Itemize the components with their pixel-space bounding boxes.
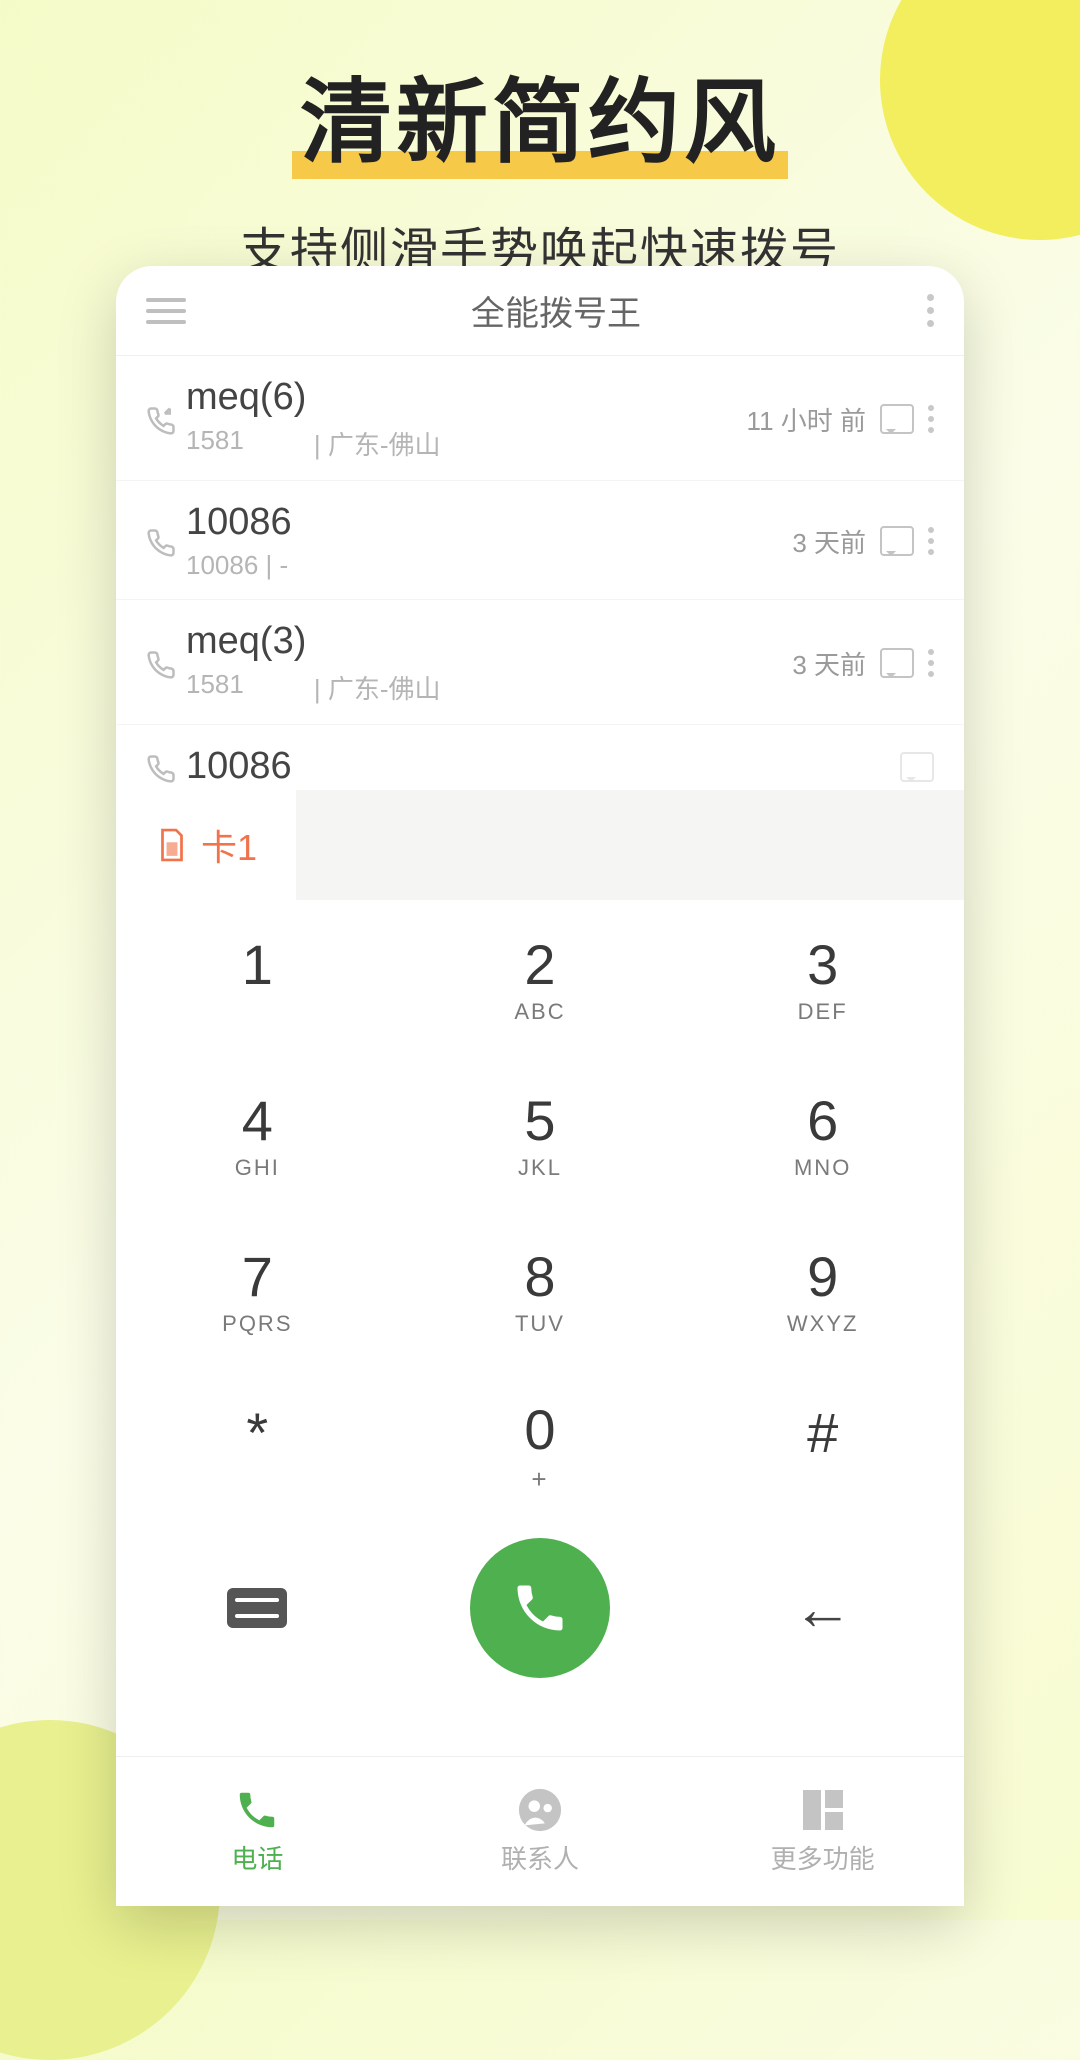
bottom-nav: 电话 联系人 更多功能 [116, 1756, 964, 1906]
call-name: meq(6) [186, 376, 747, 419]
dialpad-action-row: ← [116, 1524, 964, 1702]
call-log-row[interactable]: meq(6) 1581 | 广东-佛山 11 小时 前 [116, 356, 964, 481]
outgoing-call-icon [146, 524, 186, 558]
sms-icon[interactable] [880, 648, 914, 678]
call-time: 3 天前 [792, 645, 866, 682]
call-number: 1581 [186, 669, 244, 706]
call-log-row[interactable]: 10086 [116, 725, 964, 790]
call-log-row[interactable]: 10086 10086 | - 3 天前 [116, 481, 964, 600]
headline-text: 清新简约风 [300, 72, 780, 174]
key-3[interactable]: 3DEF [681, 900, 964, 1056]
backspace-button[interactable]: ← [793, 1574, 853, 1643]
nav-label: 电话 [231, 1839, 283, 1876]
nav-label: 更多功能 [771, 1839, 875, 1876]
sim-icon [155, 826, 189, 864]
row-more-button[interactable] [928, 527, 934, 555]
key-9[interactable]: 9WXYZ [681, 1212, 964, 1368]
grid-icon [800, 1787, 846, 1833]
page-headline: 清新简约风 [292, 48, 788, 187]
app-title: 全能拨号王 [186, 286, 926, 335]
call-name: 10086 [186, 501, 792, 544]
key-5[interactable]: 5JKL [399, 1056, 682, 1212]
outgoing-call-icon [146, 402, 186, 436]
key-star[interactable]: *​ [116, 1368, 399, 1524]
call-name: 10086 [186, 745, 900, 788]
nav-phone[interactable]: 电话 [116, 1757, 399, 1906]
row-more-button[interactable] [928, 649, 934, 677]
call-log-row[interactable]: meq(3) 1581 | 广东-佛山 3 天前 [116, 600, 964, 725]
sms-icon[interactable] [880, 404, 914, 434]
key-1[interactable]: 1​ [116, 900, 399, 1056]
call-time: 11 小时 前 [747, 401, 866, 438]
key-0[interactable]: 0+ [399, 1368, 682, 1524]
key-4[interactable]: 4GHI [116, 1056, 399, 1212]
sms-icon[interactable] [900, 752, 934, 782]
sim-label: 卡1 [201, 819, 257, 871]
row-more-button[interactable] [928, 405, 934, 433]
key-8[interactable]: 8TUV [399, 1212, 682, 1368]
outgoing-call-icon [146, 646, 186, 680]
dial-button[interactable] [470, 1538, 610, 1678]
phone-icon [234, 1787, 280, 1833]
phone-icon [510, 1578, 570, 1638]
outgoing-call-icon [146, 750, 186, 784]
dialpad: 1​ 2ABC 3DEF 4GHI 5JKL 6MNO 7PQRS 8TUV 9… [116, 900, 964, 1524]
key-2[interactable]: 2ABC [399, 900, 682, 1056]
sim-card-1[interactable]: 卡1 [116, 790, 296, 900]
call-region: | 广东-佛山 [314, 669, 441, 706]
call-log-list: meq(6) 1581 | 广东-佛山 11 小时 前 10086 10086 … [116, 356, 964, 790]
sim-selector-bar: 卡1 [116, 790, 964, 900]
key-hash[interactable]: #​ [681, 1368, 964, 1524]
app-bar: 全能拨号王 [116, 266, 964, 356]
nav-label: 联系人 [501, 1839, 579, 1876]
call-number: 1581 [186, 425, 244, 462]
nav-more[interactable]: 更多功能 [681, 1757, 964, 1906]
key-6[interactable]: 6MNO [681, 1056, 964, 1212]
sms-icon[interactable] [880, 526, 914, 556]
call-number: 10086 | - [186, 550, 288, 581]
call-region: | 广东-佛山 [314, 425, 441, 462]
call-name: meq(3) [186, 620, 792, 663]
key-7[interactable]: 7PQRS [116, 1212, 399, 1368]
nav-contacts[interactable]: 联系人 [399, 1757, 682, 1906]
phone-frame: 全能拨号王 meq(6) 1581 | 广东-佛山 11 小时 前 [116, 266, 964, 1906]
contacts-icon [517, 1787, 563, 1833]
keyboard-icon[interactable] [227, 1588, 287, 1628]
menu-button[interactable] [146, 298, 186, 324]
appbar-more-button[interactable] [926, 294, 934, 327]
call-time: 3 天前 [792, 523, 866, 560]
